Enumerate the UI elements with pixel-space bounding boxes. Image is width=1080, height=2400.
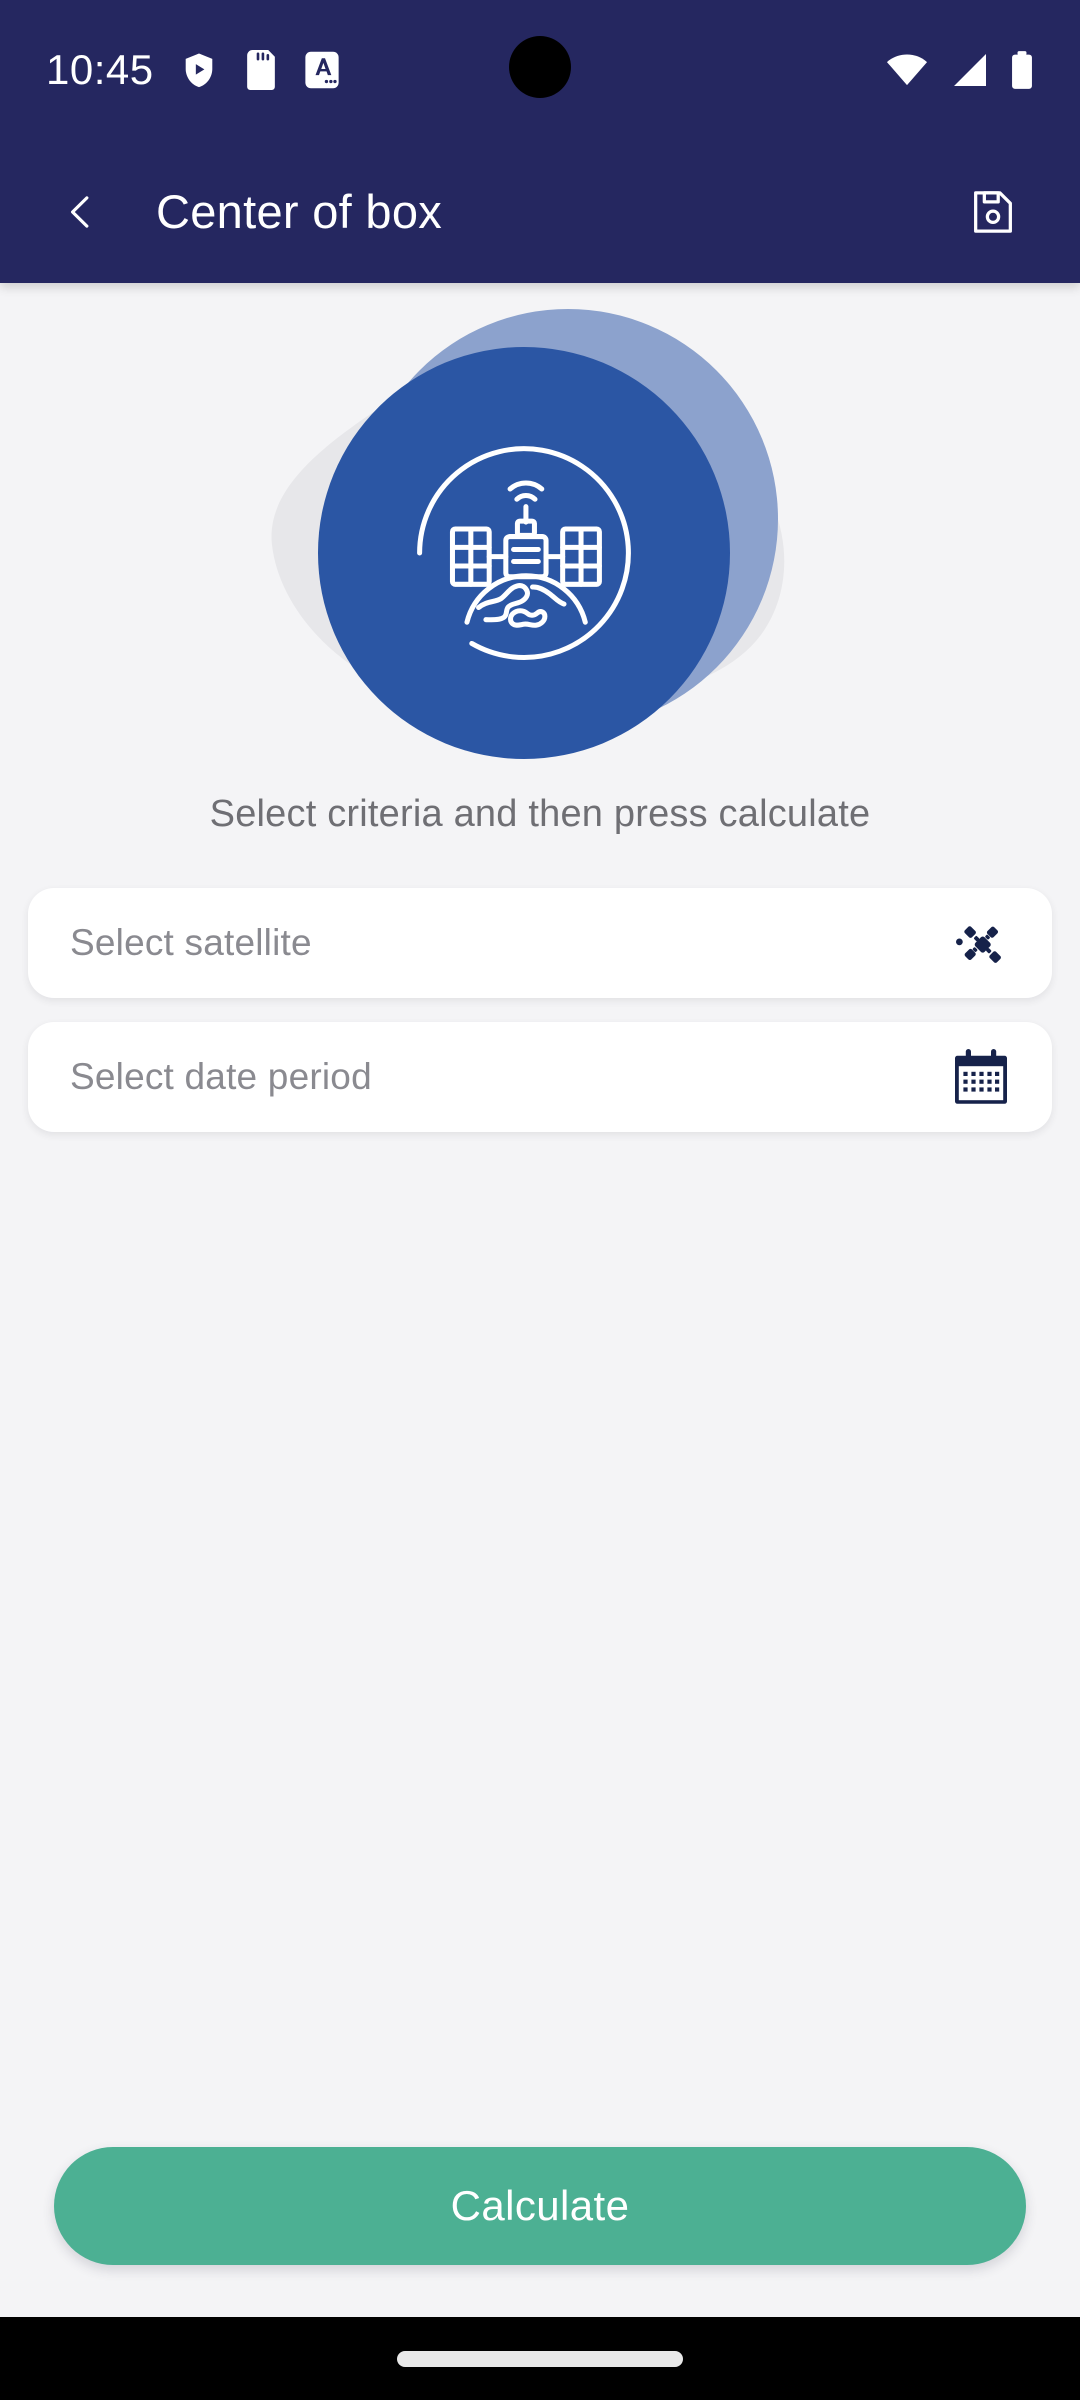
app-bar: Center of box <box>0 140 1080 283</box>
select-date-period-label: Select date period <box>70 1056 372 1097</box>
shield-play-icon <box>180 51 218 89</box>
select-satellite-label: Select satellite <box>70 922 312 963</box>
save-button[interactable] <box>962 181 1024 243</box>
hero-illustration <box>0 301 1080 781</box>
satellite-orbiting-earth-icon <box>417 446 631 660</box>
sd-card-icon <box>244 50 278 90</box>
chevron-left-icon <box>71 195 89 228</box>
criteria-fields: Select satellite Select date period <box>0 888 1080 1132</box>
back-button[interactable] <box>50 181 112 243</box>
status-bar-left: 10:45 <box>46 49 340 91</box>
save-floppy-icon <box>974 190 1012 233</box>
status-bar-clock: 10:45 <box>46 46 154 93</box>
system-navigation-bar <box>0 2317 1080 2400</box>
select-date-period-field[interactable]: Select date period <box>28 1022 1052 1132</box>
wifi-icon <box>886 53 928 87</box>
cellular-signal-icon <box>950 53 988 87</box>
phone-screen: 10:45 Center of box Select criteria and … <box>0 0 1080 2400</box>
calculate-button[interactable]: Calculate <box>54 2147 1026 2265</box>
hero-circle-front <box>318 347 730 759</box>
select-satellite-field[interactable]: Select satellite <box>28 888 1052 998</box>
letter-a-badge-icon <box>304 51 340 89</box>
page-title: Center of box <box>156 185 443 238</box>
content-area: Select criteria and then press calculate… <box>0 283 1080 2317</box>
status-bar-right <box>886 51 1034 89</box>
calendar-icon[interactable] <box>950 1046 1012 1108</box>
battery-icon <box>1010 51 1034 89</box>
satellite-icon[interactable] <box>950 912 1012 974</box>
home-gesture-pill[interactable] <box>397 2350 683 2367</box>
footer-actions: Calculate <box>0 2147 1080 2265</box>
camera-punch-hole <box>509 36 571 98</box>
instruction-text: Select criteria and then press calculate <box>209 793 871 835</box>
